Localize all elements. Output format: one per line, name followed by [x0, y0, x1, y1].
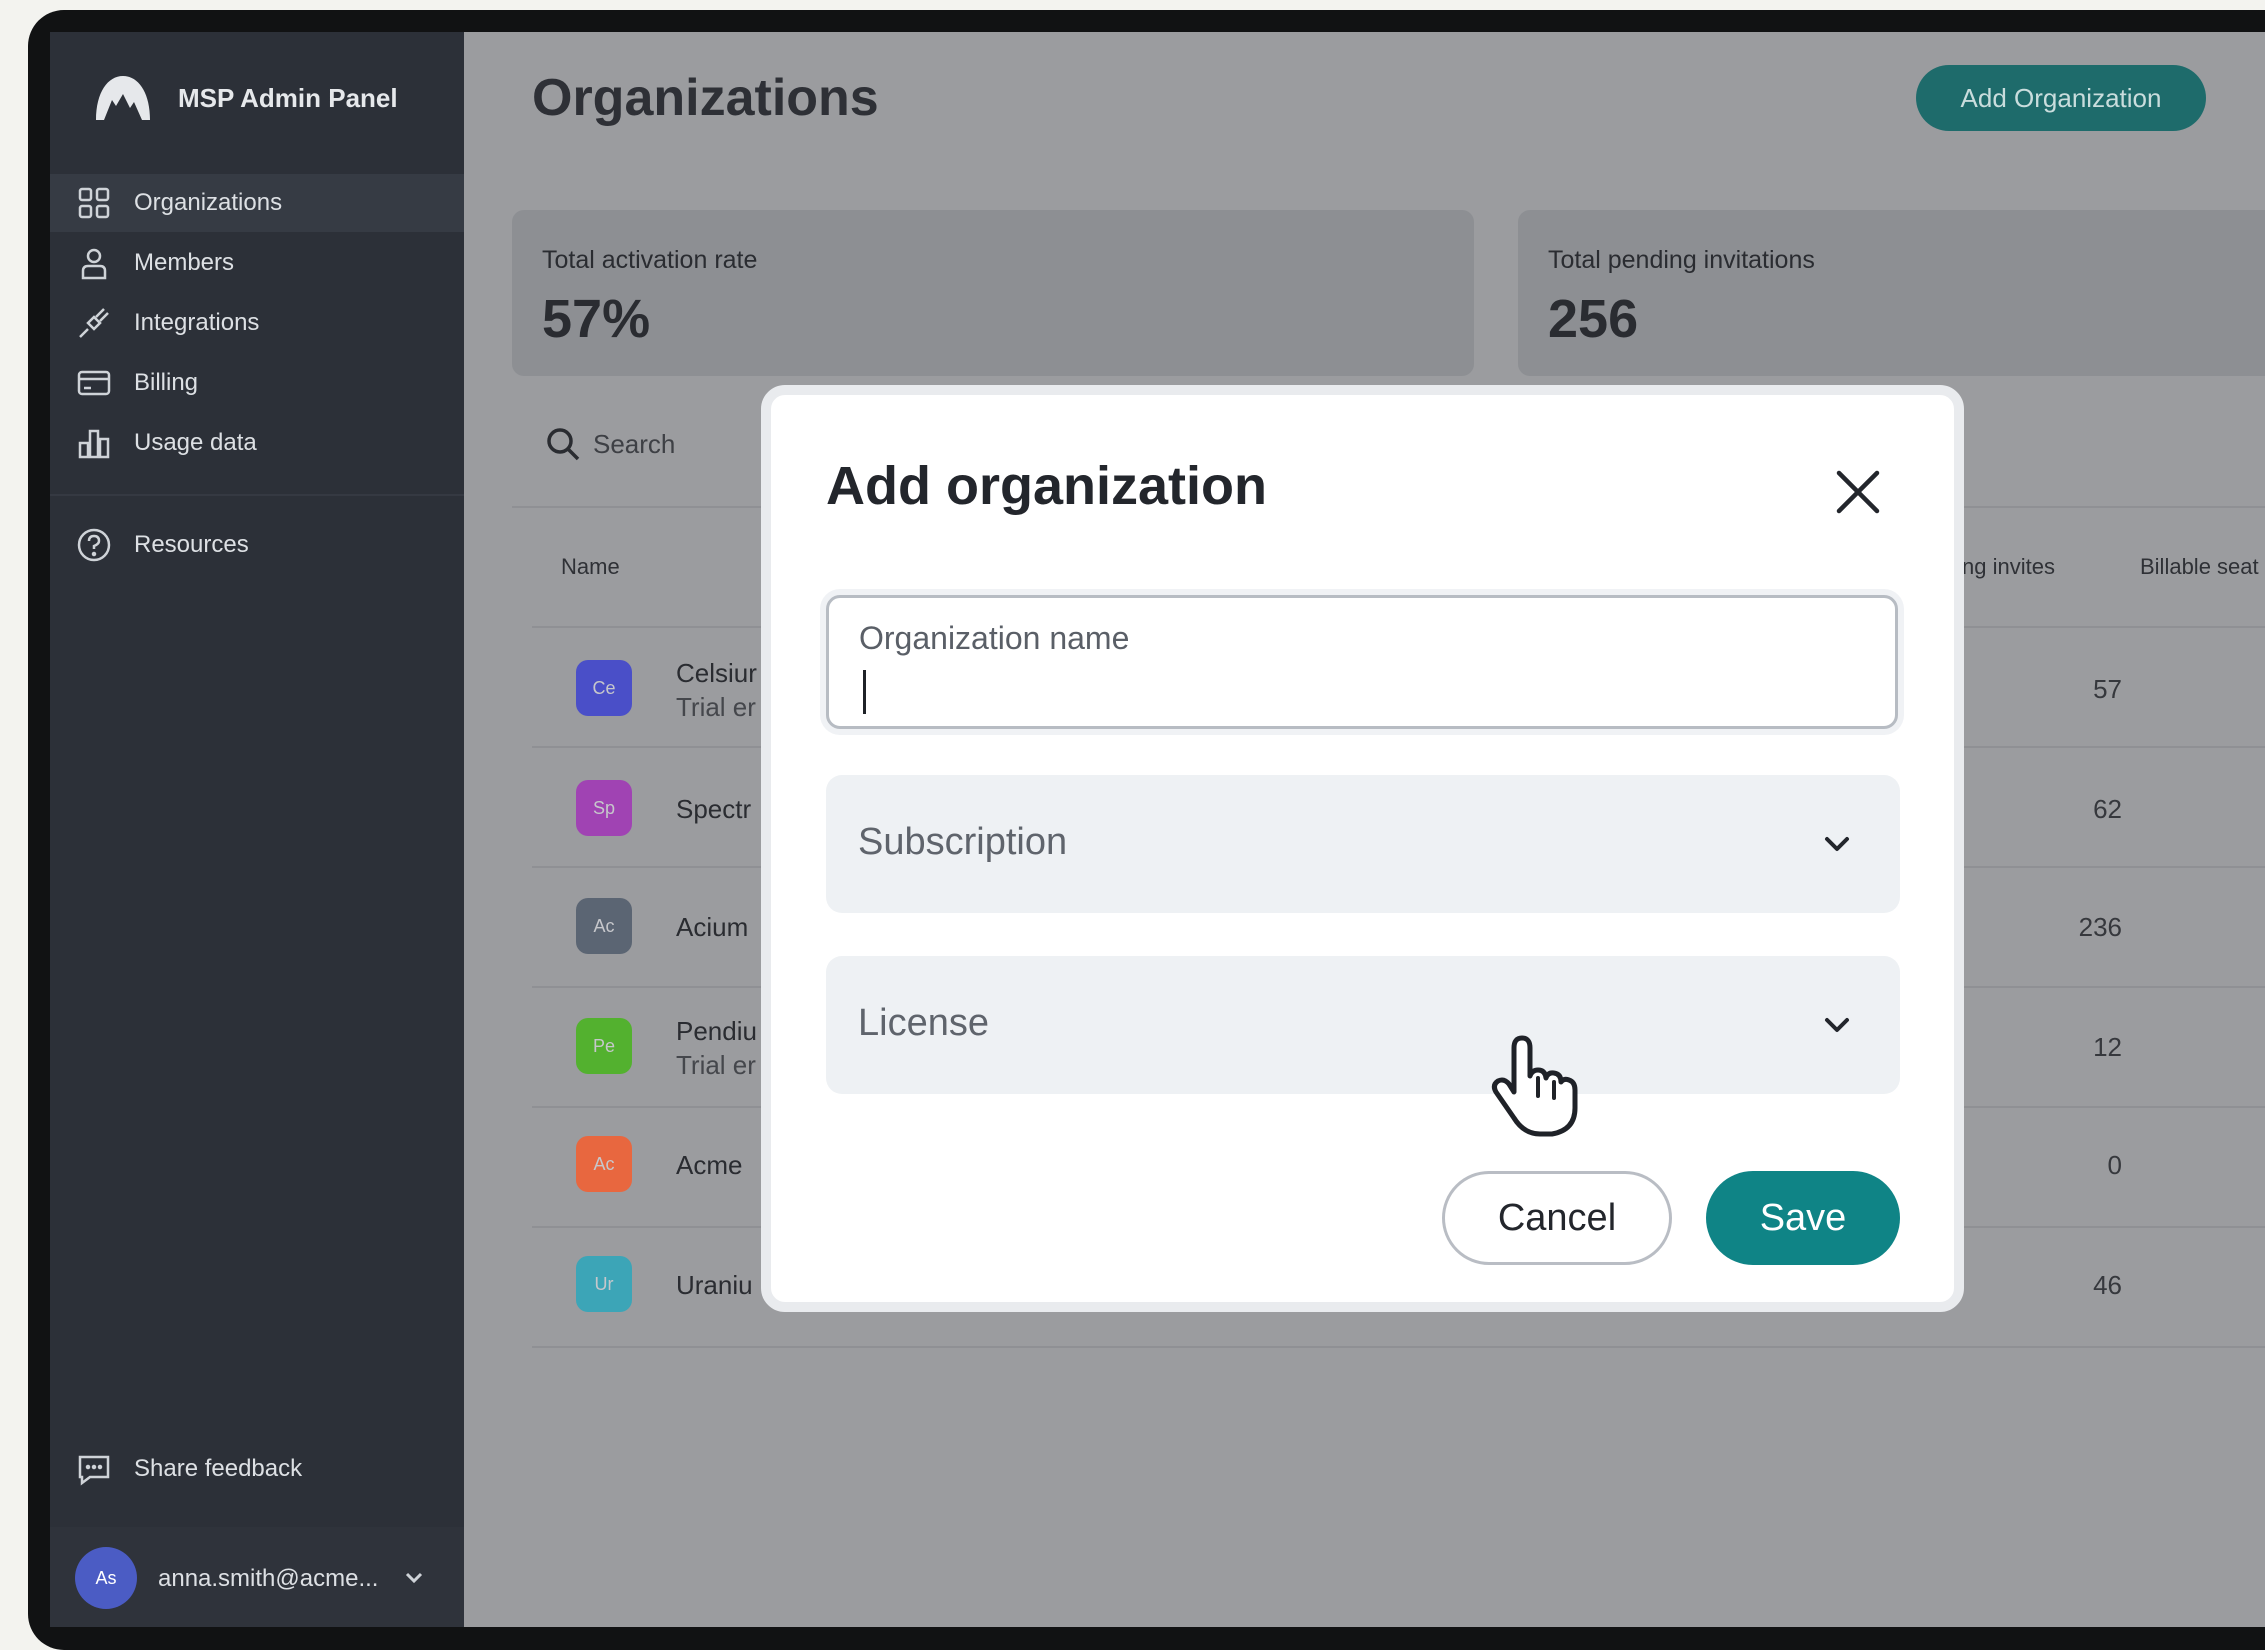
sidebar-item-integrations[interactable]: Integrations [50, 294, 464, 352]
pending-invites-value: 57 [2093, 674, 2122, 704]
sidebar-item-organizations[interactable]: Organizations [50, 174, 464, 232]
sidebar-item-label: Share feedback [134, 1455, 303, 1482]
org-name: Pendiu [676, 1016, 757, 1046]
org-name: Uraniu [676, 1270, 753, 1300]
brand: MSP Admin Panel [92, 72, 398, 124]
page-title: Organizations [532, 69, 879, 127]
subscription-label: Subscription [858, 821, 1068, 863]
sidebar-item-label: Resources [134, 531, 249, 558]
organization-name-label: Organization name [859, 620, 1130, 656]
organization-name-field[interactable]: Organization name [826, 595, 1898, 729]
license-select[interactable]: License [826, 956, 1900, 1094]
sidebar: MSP Admin Panel Organizations Members In… [50, 32, 464, 1627]
org-name: Celsiur [676, 658, 757, 688]
sidebar-item-label: Billing [134, 369, 199, 396]
text-caret [863, 670, 866, 714]
stat-card-pending-invitations: Total pending invitations 256 [1518, 210, 2265, 376]
bar-chart-icon [78, 429, 110, 459]
subscription-select[interactable]: Subscription [826, 775, 1900, 913]
chat-bubble-icon [78, 1455, 110, 1486]
org-badge: Ac [576, 1136, 632, 1192]
org-name: Acium [676, 912, 749, 942]
stat-label: Total activation rate [542, 246, 758, 274]
save-button[interactable]: Save [1706, 1171, 1900, 1265]
sidebar-item-label: Members [134, 249, 235, 276]
stat-value: 256 [1548, 289, 1639, 349]
mountain-logo-icon [96, 76, 150, 120]
org-badge: Ce [576, 660, 632, 716]
license-label: License [858, 1002, 989, 1044]
cancel-button[interactable]: Cancel [1442, 1171, 1672, 1265]
pending-invites-value: 46 [2093, 1270, 2122, 1300]
search-icon [547, 428, 580, 461]
pending-invites-value: 236 [2078, 912, 2122, 942]
sidebar-item-label: Organizations [134, 189, 283, 216]
person-icon [81, 248, 107, 280]
chevron-down-icon [1825, 837, 1849, 851]
column-header-pending-invites[interactable]: ng invites [1962, 554, 2055, 580]
hand-pointer-cursor-icon [1491, 1035, 1578, 1137]
sidebar-item-label: Integrations [134, 309, 260, 336]
search-placeholder: Search [593, 428, 676, 459]
sidebar-item-billing[interactable]: Billing [50, 354, 464, 412]
grid-icon [78, 187, 110, 219]
pending-invites-value: 62 [2093, 794, 2122, 824]
column-header-name[interactable]: Name [561, 554, 620, 580]
chevron-down-icon[interactable] [402, 1565, 426, 1589]
org-badge: Sp [576, 780, 632, 836]
user-menu[interactable]: As anna.smith@acme... [50, 1527, 464, 1627]
help-circle-icon [77, 528, 111, 562]
column-header-billable-seats[interactable]: Billable seat [2140, 554, 2259, 580]
org-badge: Ur [576, 1256, 632, 1312]
plug-icon [79, 308, 109, 338]
org-subtitle: Trial er [676, 1050, 756, 1080]
org-name: Spectr [676, 794, 752, 824]
org-badge: Ac [576, 898, 632, 954]
stat-value: 57% [542, 289, 651, 349]
add-organization-dialog: Add organization Organization name Subsc… [761, 385, 1964, 1312]
sidebar-item-members[interactable]: Members [50, 234, 464, 292]
sidebar-item-label: Usage data [134, 429, 257, 456]
dialog-title: Add organization [826, 456, 1267, 516]
sidebar-divider [50, 494, 464, 496]
add-organization-button[interactable]: Add Organization [1916, 65, 2206, 131]
sidebar-item-usage-data[interactable]: Usage data [50, 414, 464, 472]
search-input[interactable]: Search [545, 426, 675, 462]
brand-name: MSP Admin Panel [178, 82, 398, 113]
pending-invites-value: 12 [2093, 1032, 2122, 1062]
sidebar-item-resources[interactable]: Resources [50, 516, 464, 574]
stat-label: Total pending invitations [1548, 246, 1815, 274]
share-feedback-link[interactable]: Share feedback [50, 1440, 464, 1498]
pending-invites-value: 0 [2107, 1150, 2122, 1180]
user-email: anna.smith@acme... [158, 1565, 379, 1592]
org-name: Acme [676, 1150, 743, 1180]
stat-card-activation: Total activation rate 57% [512, 210, 1474, 376]
org-subtitle: Trial er [676, 692, 756, 722]
avatar: As [75, 1547, 137, 1609]
chevron-down-icon [1825, 1018, 1849, 1032]
close-icon[interactable] [1831, 465, 1885, 519]
org-badge: Pe [576, 1018, 632, 1074]
card-icon [77, 370, 111, 396]
